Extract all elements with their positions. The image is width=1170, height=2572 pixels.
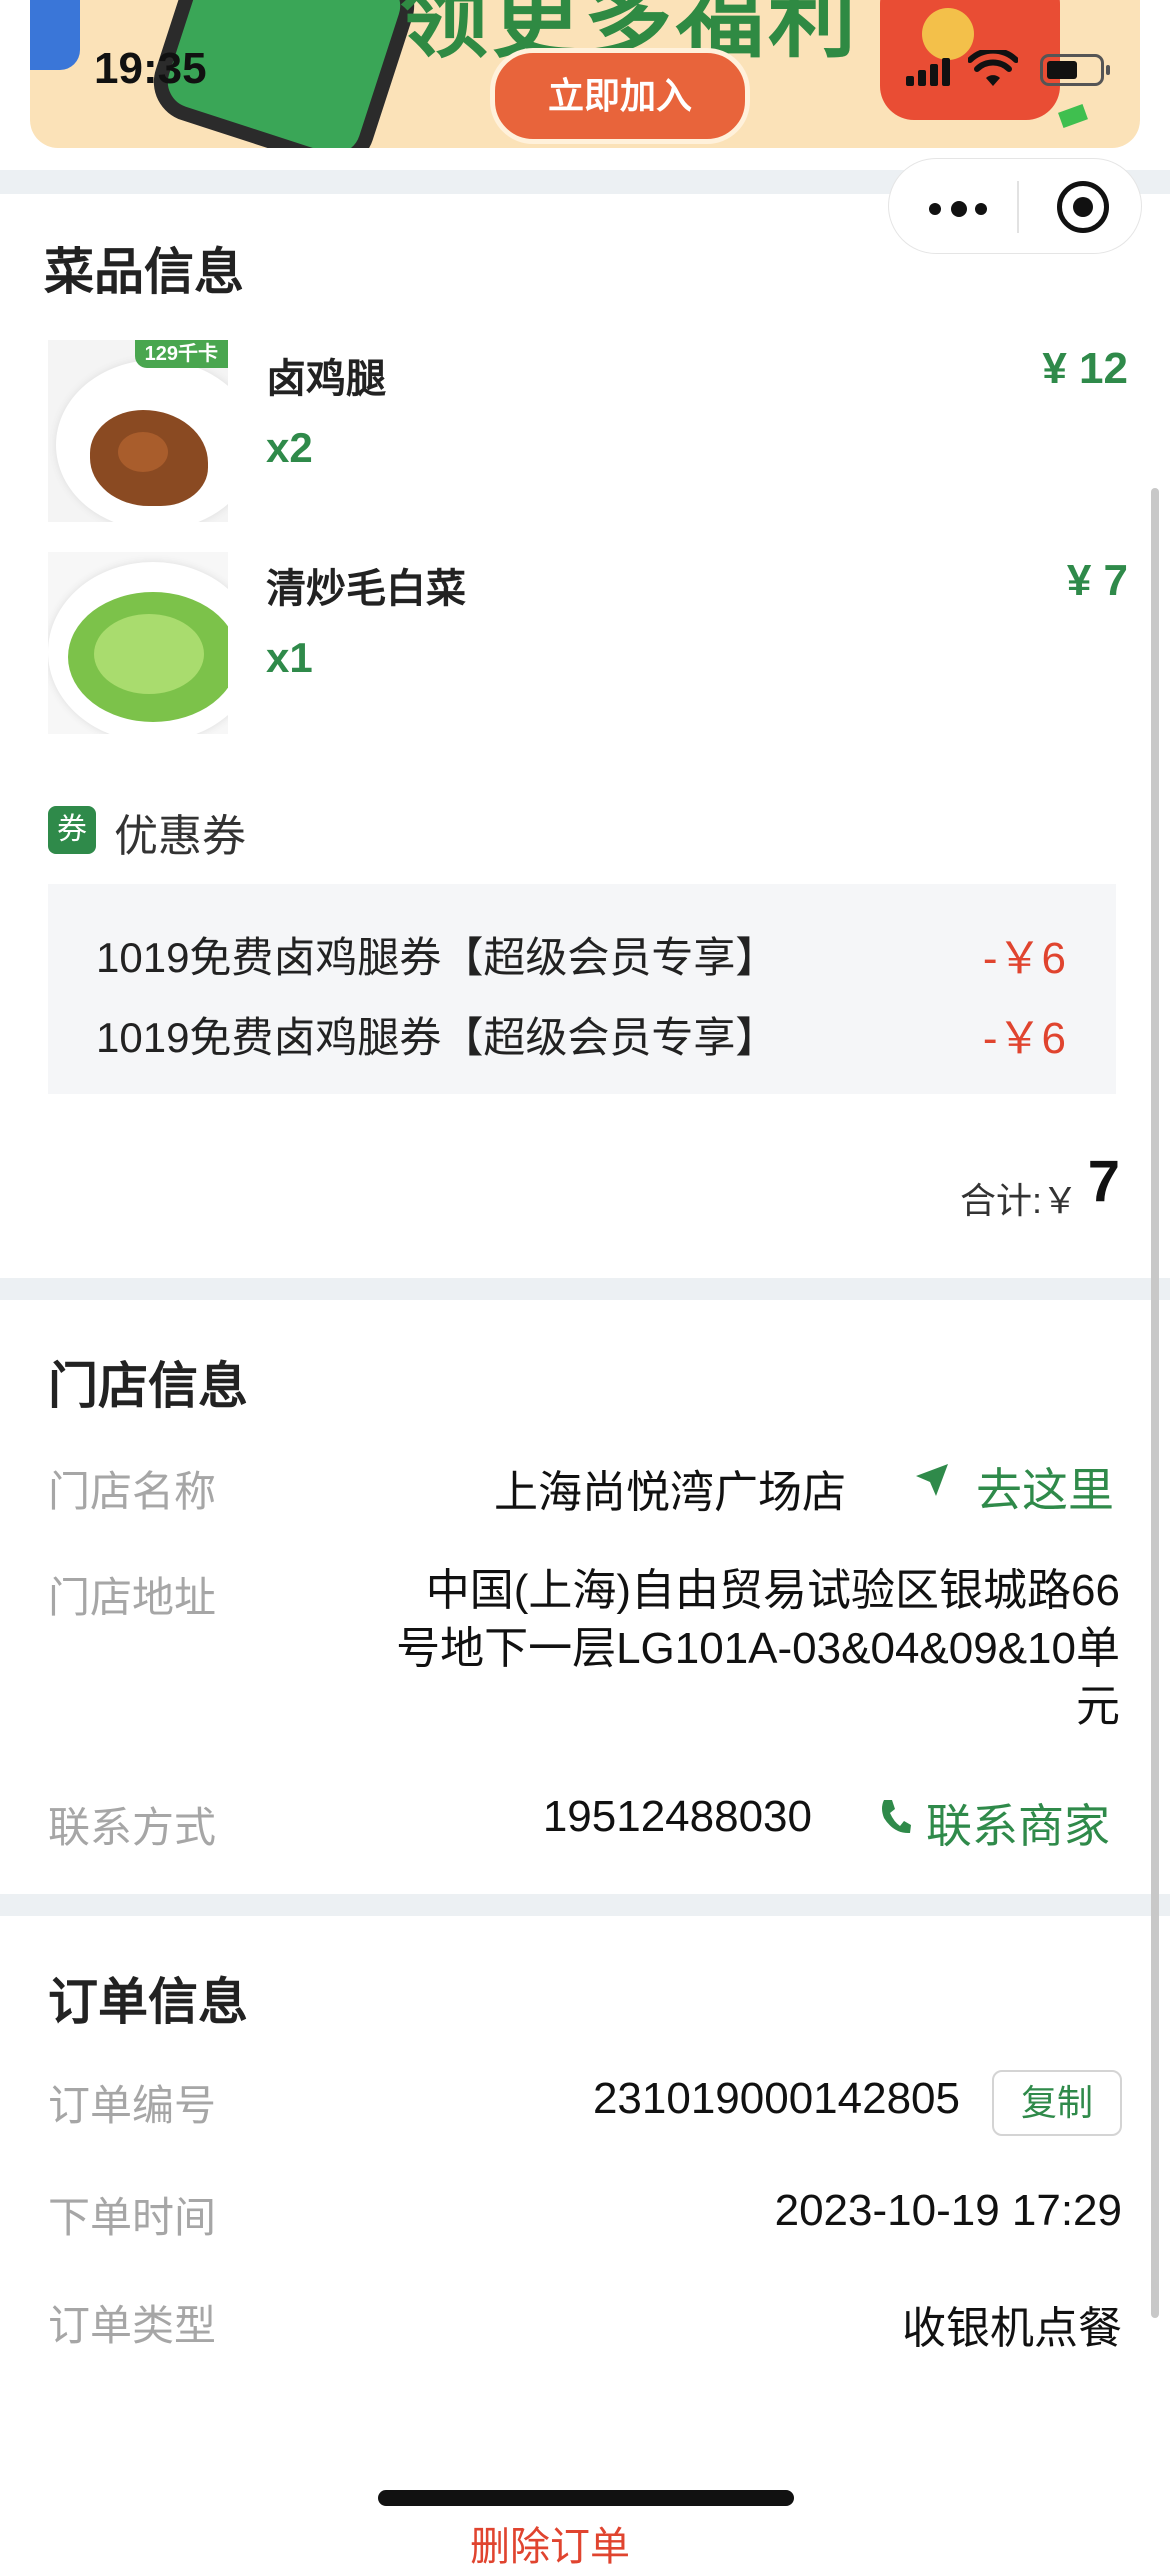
store-address-line: 中国(上海)自由贸易试验区银城路66 — [425, 1566, 1120, 1615]
more-icon[interactable] — [929, 195, 1009, 219]
banner-decoration — [1058, 104, 1088, 128]
cellular-signal-icon — [906, 58, 950, 86]
store-name: 上海尚悦湾广场店 — [494, 1468, 846, 1517]
coupon-icon: 券 — [48, 806, 96, 854]
store-address-label: 门店地址 — [48, 1574, 217, 1621]
dish-price: ¥ 12 — [1042, 344, 1128, 393]
join-button[interactable]: 立即加入 — [490, 48, 750, 144]
banner-decoration — [30, 0, 80, 70]
dish-image — [48, 552, 228, 734]
miniprogram-capsule[interactable] — [888, 158, 1142, 254]
location-arrow-icon — [916, 1464, 948, 1496]
store-address-line: 元 — [1076, 1682, 1120, 1731]
delete-order-button[interactable]: 删除订单 — [470, 2514, 630, 2572]
dish-quantity: x1 — [266, 634, 313, 681]
phone-icon[interactable] — [878, 1796, 914, 1836]
dish-name: 清炒毛白菜 — [266, 567, 466, 611]
coupon-title: 优惠券 — [114, 812, 246, 861]
order-number-label: 订单编号 — [48, 2082, 217, 2129]
store-address: 中国(上海)自由贸易试验区银城路66 号地下一层LG101A-03&04&09&… — [300, 1562, 1120, 1736]
copy-button[interactable]: 复制 — [992, 2070, 1122, 2136]
total-value: 7 — [1087, 1149, 1120, 1214]
contact-label: 联系方式 — [48, 1804, 217, 1851]
store-name-label: 门店名称 — [48, 1468, 217, 1515]
total-label: 合计:￥ — [959, 1180, 1078, 1221]
home-indicator — [378, 2490, 794, 2506]
dish-image: 129千卡 — [48, 340, 228, 522]
store-phone: 19512488030 — [542, 1792, 812, 1841]
coupon-amount: -￥6 — [982, 934, 1066, 983]
battery-icon — [1040, 54, 1110, 86]
order-number: 231019000142805 — [592, 2074, 960, 2123]
order-type-label: 订单类型 — [48, 2302, 217, 2349]
contact-merchant-button[interactable]: 联系商家 — [926, 1790, 1110, 1856]
dish-price: ¥ 7 — [1066, 556, 1128, 605]
order-section-title: 订单信息 — [48, 1974, 248, 2030]
wifi-icon — [967, 47, 1019, 88]
order-time-label: 下单时间 — [48, 2194, 217, 2241]
order-time: 2023-10-19 17:29 — [774, 2186, 1122, 2235]
store-address-line: 号地下一层LG101A-03&04&09&10单 — [396, 1624, 1120, 1673]
coupon-amount: -￥6 — [982, 1014, 1066, 1063]
navigate-button[interactable]: 去这里 — [976, 1454, 1114, 1520]
coupon-name: 1019免费卤鸡腿券【超级会员专享】 — [96, 1014, 778, 1061]
dishes-section-title: 菜品信息 — [44, 244, 244, 300]
dish-quantity: x2 — [266, 424, 313, 471]
store-section-title: 门店信息 — [48, 1358, 248, 1414]
coupon-name: 1019免费卤鸡腿券【超级会员专享】 — [96, 934, 778, 981]
dish-name: 卤鸡腿 — [266, 357, 386, 401]
coin-icon — [922, 8, 974, 60]
section-divider — [0, 1894, 1170, 1916]
scrollbar[interactable] — [1151, 488, 1159, 2318]
calorie-tag: 129千卡 — [134, 340, 228, 368]
close-miniprogram-icon[interactable] — [1057, 181, 1109, 233]
navigate-link[interactable] — [912, 1460, 962, 1510]
order-type: 收银机点餐 — [902, 2304, 1122, 2353]
status-time: 19:35 — [94, 44, 207, 93]
section-divider — [0, 1278, 1170, 1300]
